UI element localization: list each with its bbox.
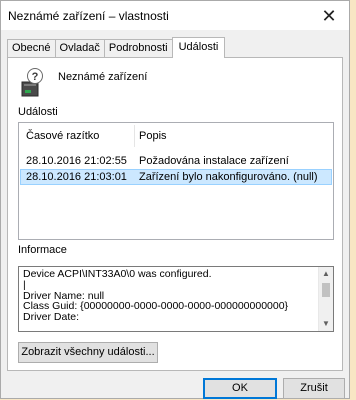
tab-details[interactable]: Podrobnosti bbox=[103, 39, 173, 57]
show-all-events-button[interactable]: Zobrazit všechny události... bbox=[18, 342, 158, 363]
tab-events[interactable]: Události bbox=[171, 37, 226, 58]
properties-dialog: Neznámé zařízení – vlastnosti ✕ Obecné O… bbox=[0, 0, 350, 399]
svg-text:?: ? bbox=[32, 71, 39, 83]
event-timestamp: 28.10.2016 21:02:55 bbox=[26, 155, 127, 167]
title-bar: Neznámé zařízení – vlastnosti ✕ bbox=[1, 1, 349, 30]
info-text[interactable]: Device ACPI\INT33A0\0 was configured. | … bbox=[23, 269, 315, 329]
scrollbar-thumb[interactable] bbox=[322, 283, 330, 297]
info-line: Driver Date: bbox=[23, 311, 80, 324]
events-section-label: Události bbox=[18, 106, 58, 118]
device-name: Neznámé zařízení bbox=[58, 71, 148, 83]
tab-strip: Obecné Ovladač Podrobnosti Události bbox=[7, 37, 226, 58]
event-row[interactable]: 28.10.2016 21:02:55 Požadována instalace… bbox=[20, 153, 332, 169]
tab-driver[interactable]: Ovladač bbox=[54, 39, 105, 57]
close-icon[interactable]: ✕ bbox=[319, 6, 339, 26]
column-header-timestamp[interactable]: Časové razítko bbox=[26, 130, 99, 142]
events-list[interactable]: Časové razítko Popis 28.10.2016 21:02:55… bbox=[18, 122, 334, 240]
unknown-device-icon: ? bbox=[21, 68, 43, 97]
event-description: Zařízení bylo nakonfigurováno. (null) bbox=[139, 171, 318, 183]
tab-general[interactable]: Obecné bbox=[7, 39, 56, 57]
ok-button[interactable]: OK bbox=[203, 378, 277, 399]
window-title: Neznámé zařízení – vlastnosti bbox=[8, 9, 169, 23]
column-divider[interactable] bbox=[134, 125, 135, 147]
event-timestamp: 28.10.2016 21:03:01 bbox=[26, 171, 127, 183]
scroll-up-icon[interactable]: ▲ bbox=[319, 267, 333, 281]
event-row-selected[interactable]: 28.10.2016 21:03:01 Zařízení bylo nakonf… bbox=[20, 169, 332, 185]
cancel-button[interactable]: Zrušit bbox=[283, 378, 345, 399]
event-description: Požadována instalace zařízení bbox=[139, 155, 289, 167]
events-tab-panel: ? Neznámé zařízení Události Časové razít… bbox=[7, 57, 343, 371]
scroll-down-icon[interactable]: ▼ bbox=[319, 317, 333, 331]
info-section-label: Informace bbox=[18, 244, 67, 256]
info-scrollbar[interactable]: ▲ ▼ bbox=[318, 267, 333, 331]
info-line: Device ACPI\INT33A0\0 was configured. bbox=[23, 269, 212, 280]
column-header-description[interactable]: Popis bbox=[139, 130, 167, 142]
info-textbox[interactable]: Device ACPI\INT33A0\0 was configured. | … bbox=[18, 266, 334, 332]
